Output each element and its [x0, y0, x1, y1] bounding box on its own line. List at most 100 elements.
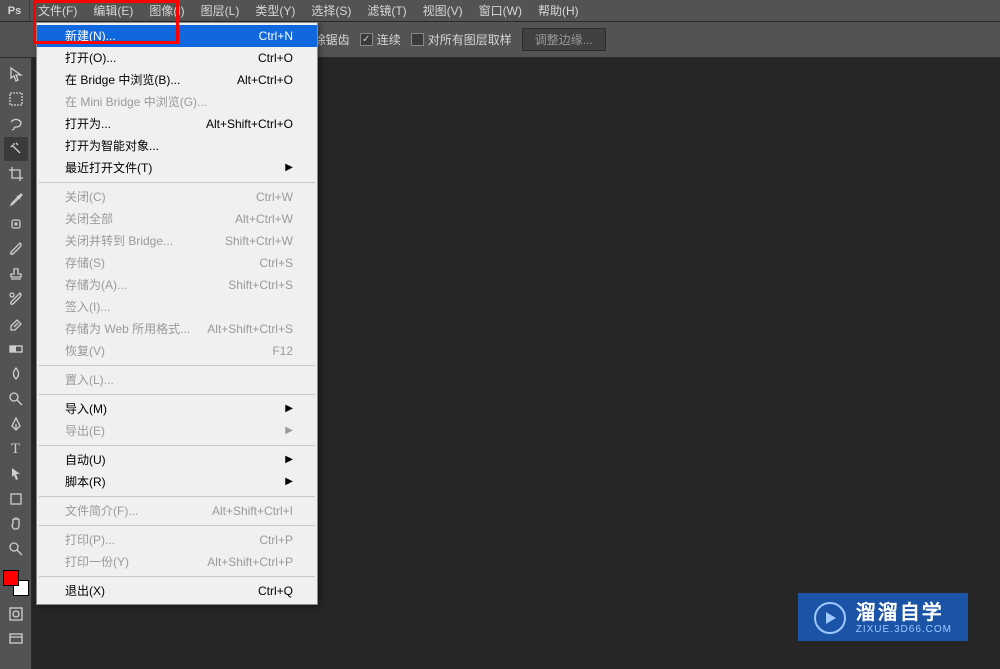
menubar-item[interactable]: 窗口(W) — [471, 0, 530, 22]
foreground-color-swatch[interactable] — [3, 570, 19, 586]
menu-item-label: 自动(U) — [65, 452, 106, 468]
brand-watermark: 溜溜自学 ZIXUE.3D66.COM — [798, 593, 968, 641]
menu-item[interactable]: 最近打开文件(T) ▶ — [37, 157, 317, 179]
menubar-item[interactable]: 图像(I) — [141, 0, 192, 22]
menu-item-label: 退出(X) — [65, 583, 105, 599]
color-swatches[interactable] — [3, 570, 29, 596]
menubar-item[interactable]: 视图(V) — [415, 0, 471, 22]
toolbar: T — [0, 58, 32, 669]
menu-item-label: 打开为智能对象... — [65, 138, 159, 154]
hand-tool-icon[interactable] — [4, 512, 28, 536]
brand-title: 溜溜自学 — [856, 602, 952, 624]
eraser-tool-icon[interactable] — [4, 312, 28, 336]
menu-separator — [39, 394, 315, 395]
menu-item[interactable]: 打开(O)... Ctrl+O — [37, 47, 317, 69]
menu-item[interactable]: 导入(M) ▶ — [37, 398, 317, 420]
type-tool-icon[interactable]: T — [4, 437, 28, 461]
menubar-item[interactable]: 类型(Y) — [247, 0, 303, 22]
menubar-item[interactable]: 帮助(H) — [530, 0, 587, 22]
screenmode-icon[interactable] — [4, 627, 28, 651]
menu-item: 打印一份(Y)Alt+Shift+Ctrl+P — [37, 551, 317, 573]
menu-item: 存储为(A)...Shift+Ctrl+S — [37, 274, 317, 296]
menu-item-label: 签入(I)... — [65, 299, 110, 315]
refine-edge-button[interactable]: 调整边缘... — [522, 28, 606, 51]
menu-item-shortcut: Ctrl+S — [259, 255, 293, 271]
menu-item-label: 新建(N)... — [65, 28, 116, 44]
menu-item: 文件简介(F)... Alt+Shift+Ctrl+I — [37, 500, 317, 522]
gradient-tool-icon[interactable] — [4, 337, 28, 361]
menu-item-shortcut: Alt+Shift+Ctrl+I — [212, 503, 293, 519]
play-icon — [814, 602, 846, 634]
menu-item-label: 关闭全部 — [65, 211, 113, 227]
menu-separator — [39, 496, 315, 497]
menu-item-shortcut: Alt+Shift+Ctrl+O — [206, 116, 293, 132]
menu-item-label: 打开(O)... — [65, 50, 116, 66]
menu-item[interactable]: 在 Bridge 中浏览(B)... Alt+Ctrl+O — [37, 69, 317, 91]
menu-item: 打印(P)...Ctrl+P — [37, 529, 317, 551]
menu-item[interactable]: 脚本(R) ▶ — [37, 471, 317, 493]
menu-item[interactable]: 新建(N)... Ctrl+N — [37, 25, 317, 47]
shape-tool-icon[interactable] — [4, 487, 28, 511]
move-tool-icon[interactable] — [4, 62, 28, 86]
submenu-arrow-icon: ▶ — [285, 423, 293, 439]
menu-item-label: 打印一份(Y) — [65, 554, 129, 570]
menu-item-label: 导入(M) — [65, 401, 107, 417]
zoom-tool-icon[interactable] — [4, 537, 28, 561]
menubar-item[interactable]: 图层(L) — [193, 0, 248, 22]
submenu-arrow-icon: ▶ — [285, 452, 293, 468]
menu-item-label: 文件简介(F)... — [65, 503, 138, 519]
contiguous-checkbox[interactable]: ✓连续 — [360, 31, 401, 48]
menu-item-shortcut: Ctrl+W — [256, 189, 293, 205]
pen-tool-icon[interactable] — [4, 412, 28, 436]
menu-item-label: 在 Bridge 中浏览(B)... — [65, 72, 180, 88]
menu-item-label: 关闭并转到 Bridge... — [65, 233, 173, 249]
path-select-tool-icon[interactable] — [4, 462, 28, 486]
menu-item-label: 存储(S) — [65, 255, 105, 271]
menu-item-label: 最近打开文件(T) — [65, 160, 152, 176]
menu-item: 关闭并转到 Bridge...Shift+Ctrl+W — [37, 230, 317, 252]
magic-wand-tool-icon[interactable] — [4, 137, 28, 161]
stamp-tool-icon[interactable] — [4, 262, 28, 286]
eyedropper-tool-icon[interactable] — [4, 187, 28, 211]
menu-separator — [39, 576, 315, 577]
menu-item: 置入(L)... — [37, 369, 317, 391]
menu-item: 在 Mini Bridge 中浏览(G)... — [37, 91, 317, 113]
submenu-arrow-icon: ▶ — [285, 160, 293, 176]
marquee-tool-icon[interactable] — [4, 87, 28, 111]
menu-item[interactable]: 打开为...Alt+Shift+Ctrl+O — [37, 113, 317, 135]
menu-separator — [39, 445, 315, 446]
brand-url: ZIXUE.3D66.COM — [856, 624, 952, 635]
submenu-arrow-icon: ▶ — [285, 401, 293, 417]
menu-item-shortcut: Ctrl+N — [259, 28, 293, 44]
brush-tool-icon[interactable] — [4, 237, 28, 261]
menubar: Ps 文件(F)编辑(E)图像(I)图层(L)类型(Y)选择(S)滤镜(T)视图… — [0, 0, 1000, 22]
menubar-item[interactable]: 滤镜(T) — [359, 0, 414, 22]
menu-item-label: 导出(E) — [65, 423, 105, 439]
app-logo: Ps — [0, 0, 30, 22]
menu-item-shortcut: Ctrl+O — [258, 50, 293, 66]
menu-item[interactable]: 退出(X) Ctrl+Q — [37, 580, 317, 602]
menu-item: 签入(I)... — [37, 296, 317, 318]
blur-tool-icon[interactable] — [4, 362, 28, 386]
menu-item-shortcut: Alt+Ctrl+O — [237, 72, 293, 88]
menu-item-label: 脚本(R) — [65, 474, 106, 490]
history-brush-tool-icon[interactable] — [4, 287, 28, 311]
menu-item[interactable]: 自动(U) ▶ — [37, 449, 317, 471]
menubar-item[interactable]: 选择(S) — [303, 0, 359, 22]
quickmask-icon[interactable] — [4, 602, 28, 626]
healing-tool-icon[interactable] — [4, 212, 28, 236]
submenu-arrow-icon: ▶ — [285, 474, 293, 490]
dodge-tool-icon[interactable] — [4, 387, 28, 411]
crop-tool-icon[interactable] — [4, 162, 28, 186]
menu-item: 导出(E) ▶ — [37, 420, 317, 442]
menubar-item[interactable]: 编辑(E) — [85, 0, 141, 22]
all-layers-checkbox[interactable]: 对所有图层取样 — [411, 31, 512, 48]
menu-item-shortcut: Ctrl+Q — [258, 583, 293, 599]
lasso-tool-icon[interactable] — [4, 112, 28, 136]
menu-item-shortcut: F12 — [272, 343, 293, 359]
menu-item-label: 在 Mini Bridge 中浏览(G)... — [65, 94, 207, 110]
menu-item[interactable]: 打开为智能对象... — [37, 135, 317, 157]
menu-item-label: 关闭(C) — [65, 189, 106, 205]
menu-item: 恢复(V)F12 — [37, 340, 317, 362]
menubar-item[interactable]: 文件(F) — [30, 0, 85, 22]
